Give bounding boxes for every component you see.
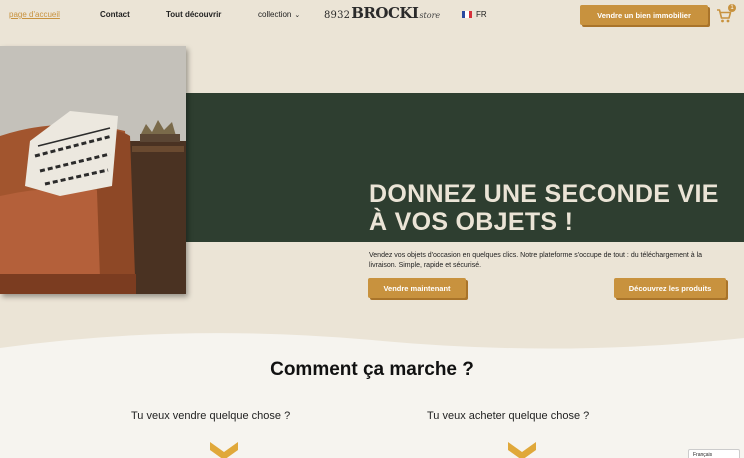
hero-sofa-image bbox=[0, 46, 186, 294]
section-wave-background bbox=[0, 333, 744, 458]
how-it-works-title: Comment ça marche ? bbox=[270, 359, 474, 380]
language-widget[interactable]: Français bbox=[688, 449, 740, 458]
top-navigation: page d'accueil Contact Tout découvrir co… bbox=[0, 0, 744, 32]
hero-description: Vendez vos objets d'occasion en quelques… bbox=[369, 252, 703, 269]
language-label: FR bbox=[476, 10, 487, 19]
logo-number: 8932 bbox=[324, 10, 351, 21]
chevron-down-icon bbox=[508, 442, 536, 458]
chevron-down-icon bbox=[210, 442, 238, 458]
discover-products-button[interactable]: Découvrez les produits bbox=[614, 278, 726, 298]
cart-button[interactable]: 1 bbox=[716, 4, 736, 24]
buy-column-heading: Tu veux acheter quelque chose ? bbox=[427, 410, 590, 422]
logo-suffix: store bbox=[419, 11, 441, 20]
nav-link-discover[interactable]: Tout découvrir bbox=[166, 10, 221, 19]
collection-label: collection bbox=[258, 10, 292, 19]
site-logo[interactable]: 8932 BROCKI store bbox=[324, 4, 440, 26]
france-flag-icon bbox=[462, 11, 472, 18]
nav-link-contact[interactable]: Contact bbox=[100, 10, 130, 19]
chevron-down-icon: ⌄ bbox=[294, 12, 301, 19]
sell-column-heading: Tu veux vendre quelque chose ? bbox=[131, 410, 291, 422]
language-selector[interactable]: FR bbox=[462, 10, 487, 19]
nav-link-home[interactable]: page d'accueil bbox=[9, 10, 60, 19]
sell-now-button[interactable]: Vendre maintenant bbox=[368, 278, 466, 298]
nav-dropdown-collection[interactable]: collection ⌄ bbox=[258, 10, 300, 19]
sell-property-button[interactable]: Vendre un bien immobilier bbox=[580, 5, 708, 25]
logo-brand: BROCKI bbox=[351, 4, 419, 22]
cart-count-badge: 1 bbox=[728, 4, 736, 12]
hero-title: DONNEZ UNE SECONDE VIE À VOS OBJETS ! bbox=[369, 180, 719, 236]
